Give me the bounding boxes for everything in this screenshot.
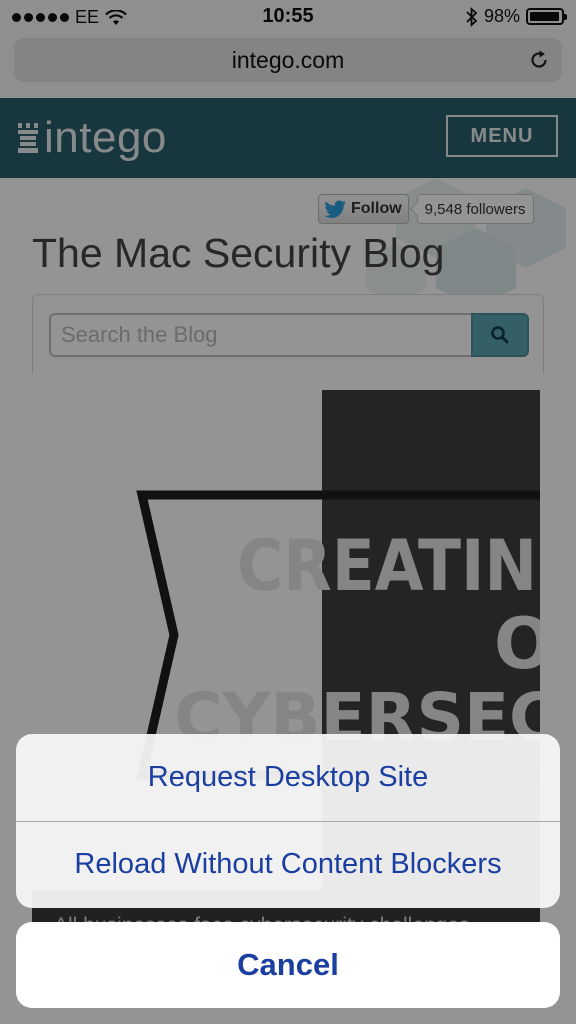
action-sheet: Request Desktop Site Reload Without Cont…	[16, 734, 560, 908]
cancel-button[interactable]: Cancel	[16, 922, 560, 1008]
reload-without-content-blockers-button[interactable]: Reload Without Content Blockers	[16, 821, 560, 908]
request-desktop-site-button[interactable]: Request Desktop Site	[16, 734, 560, 821]
